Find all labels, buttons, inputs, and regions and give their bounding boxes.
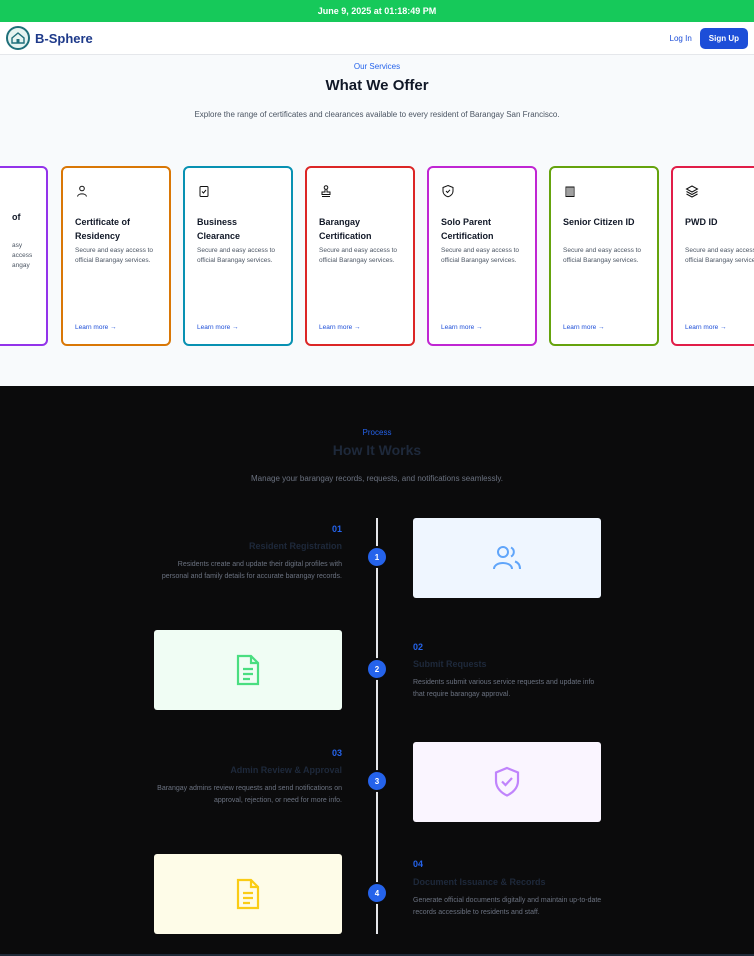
service-card-senior[interactable]: Senior Citizen ID Secure and easy access… (549, 166, 659, 346)
building-icon (565, 186, 575, 197)
service-card-title: Barangay Certification (319, 217, 372, 241)
service-card-title: Business Clearance (197, 217, 241, 241)
process-subtitle: Manage your barangay records, requests, … (251, 474, 503, 483)
step-description: Residents submit various service request… (413, 679, 595, 698)
service-card-desc: Secure and easy access to official Baran… (685, 247, 754, 264)
step-dot: 4 (366, 882, 388, 904)
timeline-line (376, 518, 378, 934)
process-section: Process How It Works Manage your baranga… (0, 386, 754, 956)
learn-more-link[interactable]: Learn more → (441, 324, 483, 331)
services-section: Our Services What We Offer Explore the r… (0, 55, 754, 386)
shield-check-icon (494, 766, 520, 797)
service-card-desc: asy access angay (12, 242, 33, 269)
services-title: What We Offer (325, 77, 429, 94)
shield-check-icon (442, 184, 454, 198)
service-card-desc: Secure and easy access to official Baran… (441, 247, 520, 264)
step-number: 01 (331, 524, 342, 534)
step-dot: 3 (366, 770, 388, 792)
step-description: Barangay admins review requests and send… (157, 785, 342, 804)
service-card-certification[interactable]: Barangay Certification Secure and easy a… (305, 166, 415, 346)
service-card-desc: Secure and easy access to official Baran… (319, 247, 398, 264)
step-image-box (413, 742, 601, 822)
step-dot: 1 (366, 546, 388, 568)
step-description: Generate official documents digitally an… (413, 897, 602, 916)
service-card-title: Certificate of Residency (75, 217, 131, 241)
services-subtitle: Explore the range of certificates and cl… (194, 110, 560, 119)
step-image-box (413, 518, 601, 598)
step-image-box (154, 630, 342, 710)
stamp-icon (321, 185, 331, 197)
service-card-desc: Secure and easy access to official Baran… (197, 247, 276, 264)
signup-button[interactable]: Sign Up (699, 27, 748, 49)
navbar: B-Sphere Log In Sign Up (0, 22, 754, 55)
service-card-partial[interactable]: of asy access angay (0, 166, 48, 346)
step-title: Admin Review & Approval (230, 765, 342, 775)
step-title: Submit Requests (413, 659, 487, 669)
step-description: Residents create and update their digita… (161, 561, 342, 580)
datetime-bar: June 9, 2025 at 01:18:49 PM (0, 0, 754, 22)
service-card-desc: Secure and easy access to official Baran… (563, 247, 642, 264)
service-card-title: Solo Parent Certification (441, 217, 494, 241)
service-card-title: of (12, 212, 21, 222)
learn-more-link[interactable]: Learn more → (75, 324, 117, 331)
datetime-text: June 9, 2025 at 01:18:49 PM (317, 6, 437, 16)
login-link[interactable]: Log In (670, 34, 692, 43)
service-card-desc: Secure and easy access to official Baran… (75, 247, 154, 264)
step-title: Document Issuance & Records (413, 877, 546, 887)
layers-icon (685, 185, 699, 198)
user-icon (77, 185, 87, 197)
brand-name[interactable]: B-Sphere (35, 31, 93, 46)
learn-more-link[interactable]: Learn more → (563, 324, 605, 331)
service-card-title: Senior Citizen ID (563, 217, 635, 227)
step-number: 03 (331, 748, 342, 758)
users-icon (493, 546, 521, 570)
document-icon (236, 878, 260, 910)
step-number: 02 (413, 642, 424, 652)
learn-more-link[interactable]: Learn more → (319, 324, 361, 331)
services-eyebrow: Our Services (353, 62, 401, 71)
service-card-residency[interactable]: Certificate of Residency Secure and easy… (61, 166, 171, 346)
logo-icon[interactable] (6, 26, 30, 50)
service-card-solo-parent[interactable]: Solo Parent Certification Secure and eas… (427, 166, 537, 346)
service-card-pwd[interactable]: PWD ID Secure and easy access to officia… (671, 166, 754, 346)
service-card-title: PWD ID (685, 217, 718, 227)
process-title: How It Works (332, 442, 422, 458)
document-icon (236, 654, 260, 686)
step-title: Resident Registration (248, 541, 342, 551)
step-number: 04 (413, 859, 424, 869)
learn-more-link[interactable]: Learn more → (685, 324, 727, 331)
step-image-box (154, 854, 342, 934)
learn-more-link[interactable]: Learn more → (197, 324, 239, 331)
clipboard-check-icon (199, 186, 209, 197)
step-dot: 2 (366, 658, 388, 680)
service-card-business[interactable]: Business Clearance Secure and easy acces… (183, 166, 293, 346)
process-eyebrow: Process (362, 428, 392, 437)
